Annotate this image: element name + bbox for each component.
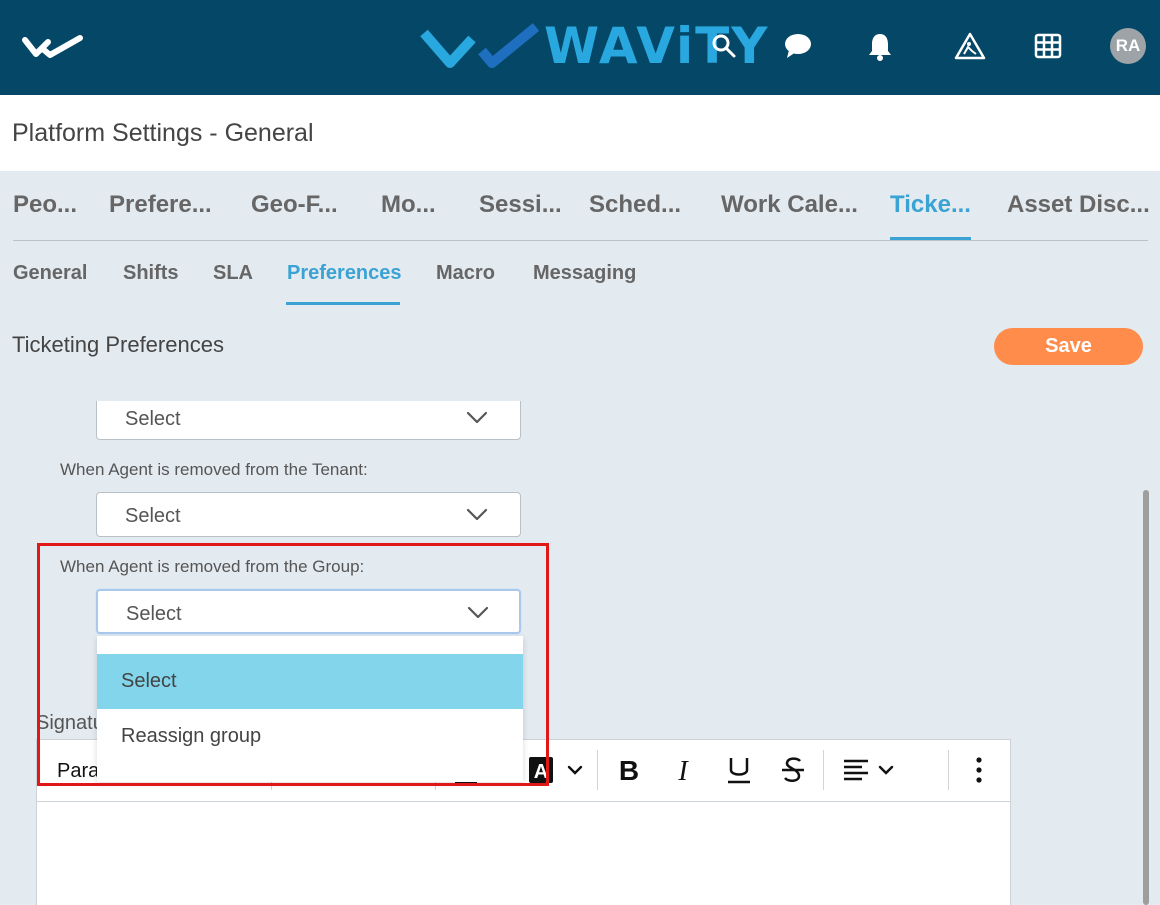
tab-sessions[interactable]: Sessi...	[479, 191, 562, 219]
subtab-preferences[interactable]: Preferences	[287, 262, 402, 285]
section-title: Ticketing Preferences	[12, 332, 224, 357]
subtab-shifts[interactable]: Shifts	[123, 262, 179, 285]
app-logo-icon[interactable]	[22, 32, 84, 62]
svg-text:I: I	[677, 756, 689, 784]
top-bar: WAViTY RA	[0, 0, 1160, 95]
tab-ticketing[interactable]: Ticke...	[890, 191, 971, 219]
highlight-box	[37, 543, 549, 786]
search-icon[interactable]	[706, 28, 742, 64]
align-left-icon[interactable]	[837, 752, 903, 788]
main-tabs: Peo... Prefere... Geo-F... Mo... Sessi..…	[0, 171, 1160, 241]
select-field-1[interactable]: Select	[96, 395, 521, 440]
strikethrough-icon[interactable]	[777, 752, 809, 788]
bell-icon[interactable]	[862, 28, 898, 64]
select-value: Select	[125, 505, 181, 527]
signature-editor[interactable]	[36, 802, 1011, 905]
subtab-general[interactable]: General	[13, 262, 87, 285]
brand-checkmark-icon	[420, 23, 540, 68]
tab-work-calendar[interactable]: Work Cale...	[721, 191, 858, 219]
tabs-divider	[13, 240, 1148, 241]
tab-scheduler[interactable]: Sched...	[589, 191, 681, 219]
underline-icon[interactable]	[723, 752, 755, 788]
italic-icon[interactable]: I	[667, 752, 699, 788]
page-title: Platform Settings - General	[12, 119, 314, 147]
tab-preferences[interactable]: Prefere...	[109, 191, 212, 219]
scroll-clip	[90, 380, 530, 401]
toolbar-separator	[597, 750, 598, 790]
chevron-down-icon	[466, 411, 488, 424]
chevron-down-icon	[466, 508, 488, 521]
select-value: Select	[125, 408, 181, 430]
chat-icon[interactable]	[780, 28, 816, 64]
subtab-sla[interactable]: SLA	[213, 262, 253, 285]
tenant-removal-label: When Agent is removed from the Tenant:	[60, 460, 368, 479]
toolbar-separator	[823, 750, 824, 790]
more-options-icon[interactable]	[967, 752, 991, 788]
svg-text:B: B	[619, 756, 639, 784]
active-subtab-indicator	[286, 302, 400, 305]
construction-icon[interactable]	[952, 28, 988, 64]
subtab-messaging[interactable]: Messaging	[533, 262, 636, 285]
tab-mobile[interactable]: Mo...	[381, 191, 436, 219]
tenant-removal-select[interactable]: Select	[96, 492, 521, 537]
subtab-macro[interactable]: Macro	[436, 262, 495, 285]
tab-geo-fencing[interactable]: Geo-F...	[251, 191, 338, 219]
toolbar-separator	[948, 750, 949, 790]
scrollbar[interactable]	[1143, 490, 1149, 905]
page-title-bar: Platform Settings - General	[0, 95, 1160, 171]
tab-people[interactable]: Peo...	[13, 191, 77, 219]
bold-icon[interactable]: B	[613, 752, 645, 788]
save-button[interactable]: Save	[994, 328, 1143, 365]
tab-asset-discovery[interactable]: Asset Disc...	[1007, 191, 1150, 219]
user-avatar[interactable]: RA	[1110, 28, 1146, 64]
grid-icon[interactable]	[1030, 28, 1066, 64]
